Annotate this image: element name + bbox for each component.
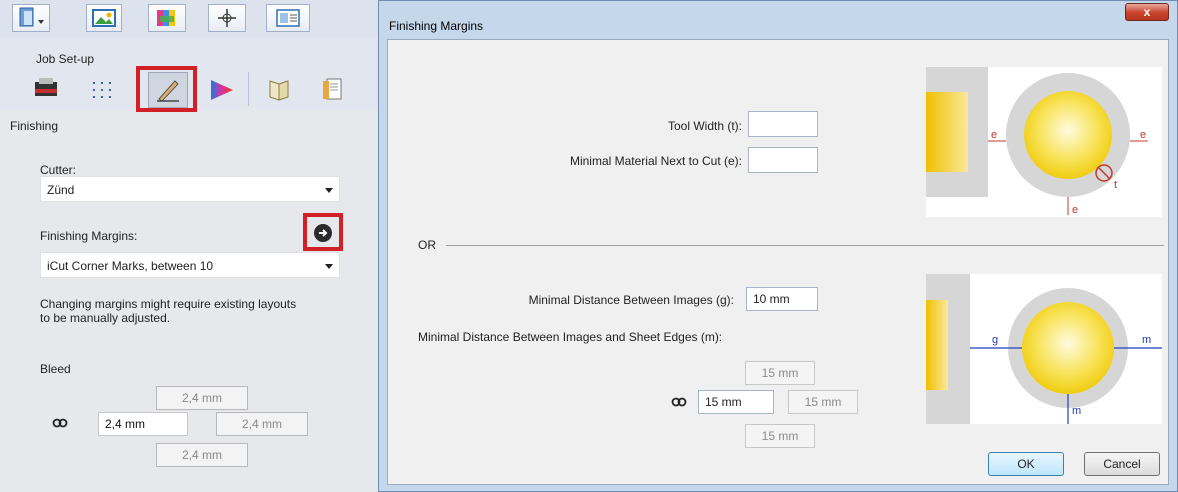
edge-right-input[interactable]: 15 mm xyxy=(788,390,858,414)
margins-button-highlight xyxy=(303,213,343,251)
close-button[interactable]: x xyxy=(1125,3,1169,21)
divider xyxy=(446,245,1164,246)
edge-bottom-input[interactable]: 15 mm xyxy=(745,424,815,448)
tool-width-label: Tool Width (t): xyxy=(667,119,742,133)
e-bottom-label: e xyxy=(1072,204,1078,216)
finishing-margins-value: iCut Corner Marks, between 10 xyxy=(47,259,214,273)
cutter-dropdown[interactable]: Zünd xyxy=(40,176,340,202)
layout-button[interactable] xyxy=(266,4,310,32)
layout-icon xyxy=(276,9,300,27)
min-material-label: Minimal Material Next to Cut (e): xyxy=(569,154,742,168)
main-toolbar xyxy=(0,0,378,39)
tool-width-input[interactable] xyxy=(748,111,818,137)
book-icon xyxy=(269,80,289,101)
ok-button[interactable]: OK xyxy=(988,452,1064,476)
cutter-label: Cutter: xyxy=(40,163,77,177)
min-material-input[interactable] xyxy=(748,147,818,173)
chevron-down-icon xyxy=(325,188,333,193)
tool-width-diagram: e e t e xyxy=(926,67,1162,217)
color-swatches-icon xyxy=(157,10,175,26)
job-setup-panel: Job Set-up Finishing Cutter: Zünd Finish… xyxy=(0,0,378,492)
edge-left-input[interactable]: 15 mm xyxy=(698,390,774,414)
link-chain-icon[interactable] xyxy=(671,396,687,411)
m-right-label: m xyxy=(1142,334,1151,346)
e-left-label: e xyxy=(991,129,997,141)
document-icon xyxy=(19,7,44,27)
document-menu-button[interactable] xyxy=(12,4,50,32)
min-distance-images-label: Minimal Distance Between Images (g): xyxy=(528,293,734,307)
images-button[interactable] xyxy=(86,4,122,32)
pages-button[interactable] xyxy=(318,74,348,104)
color-triangle-icon xyxy=(211,80,233,100)
cut-margin-diagram: e e t e xyxy=(926,67,1148,216)
crosshair-icon xyxy=(218,9,236,27)
finishing-highlight xyxy=(136,66,197,112)
bleed-right-field[interactable]: 2,4 mm xyxy=(216,412,308,436)
dialog-body: Tool Width (t): Minimal Material Next to… xyxy=(387,39,1169,485)
cutter-value: Zünd xyxy=(47,183,75,197)
dialog-title: Finishing Margins xyxy=(389,19,484,33)
position-button[interactable] xyxy=(208,4,246,32)
image-icon xyxy=(92,9,116,27)
warning-line-1: Changing margins might require existing … xyxy=(40,297,297,311)
or-label: OR xyxy=(418,238,436,252)
link-chain-icon[interactable] xyxy=(52,417,68,432)
m-bottom-label: m xyxy=(1072,405,1081,417)
distance-diagram: g m m xyxy=(926,274,1162,424)
min-distance-images-input[interactable]: 10 mm xyxy=(746,287,818,311)
section-title: Job Set-up xyxy=(36,52,95,66)
bleed-top-field[interactable]: 2,4 mm xyxy=(156,386,248,410)
crop-marks-icon xyxy=(93,82,111,98)
color-button[interactable] xyxy=(148,4,186,32)
printer-icon xyxy=(35,78,57,96)
warning-line-2: to be manually adjusted. xyxy=(40,311,171,325)
min-distance-edges-label: Minimal Distance Between Images and Shee… xyxy=(418,330,723,344)
close-icon: x xyxy=(1143,5,1151,19)
pages-icon xyxy=(323,78,342,100)
bleed-label: Bleed xyxy=(40,362,71,376)
finishing-heading: Finishing xyxy=(10,119,59,133)
t-label: t xyxy=(1114,179,1117,191)
booklet-button[interactable] xyxy=(264,74,294,104)
chevron-down-icon xyxy=(325,264,333,269)
e-right-label: e xyxy=(1140,129,1146,141)
toolbar-separator xyxy=(248,72,249,106)
finishing-margins-label: Finishing Margins: xyxy=(40,229,138,243)
bleed-left-field[interactable]: 2,4 mm xyxy=(98,412,188,436)
finishing-margins-dropdown[interactable]: iCut Corner Marks, between 10 xyxy=(40,252,340,278)
image-distance-diagram: g m m xyxy=(926,274,1162,424)
edge-top-input[interactable]: 15 mm xyxy=(745,361,815,385)
printer-button[interactable] xyxy=(30,74,60,104)
finishing-margins-dialog: Finishing Margins x Tool Width (t): Mini… xyxy=(378,0,1178,492)
color-management-button[interactable] xyxy=(206,74,236,104)
bleed-bottom-field[interactable]: 2,4 mm xyxy=(156,443,248,467)
g-label: g xyxy=(992,334,998,346)
marks-button[interactable] xyxy=(88,74,118,104)
cancel-button[interactable]: Cancel xyxy=(1084,452,1160,476)
